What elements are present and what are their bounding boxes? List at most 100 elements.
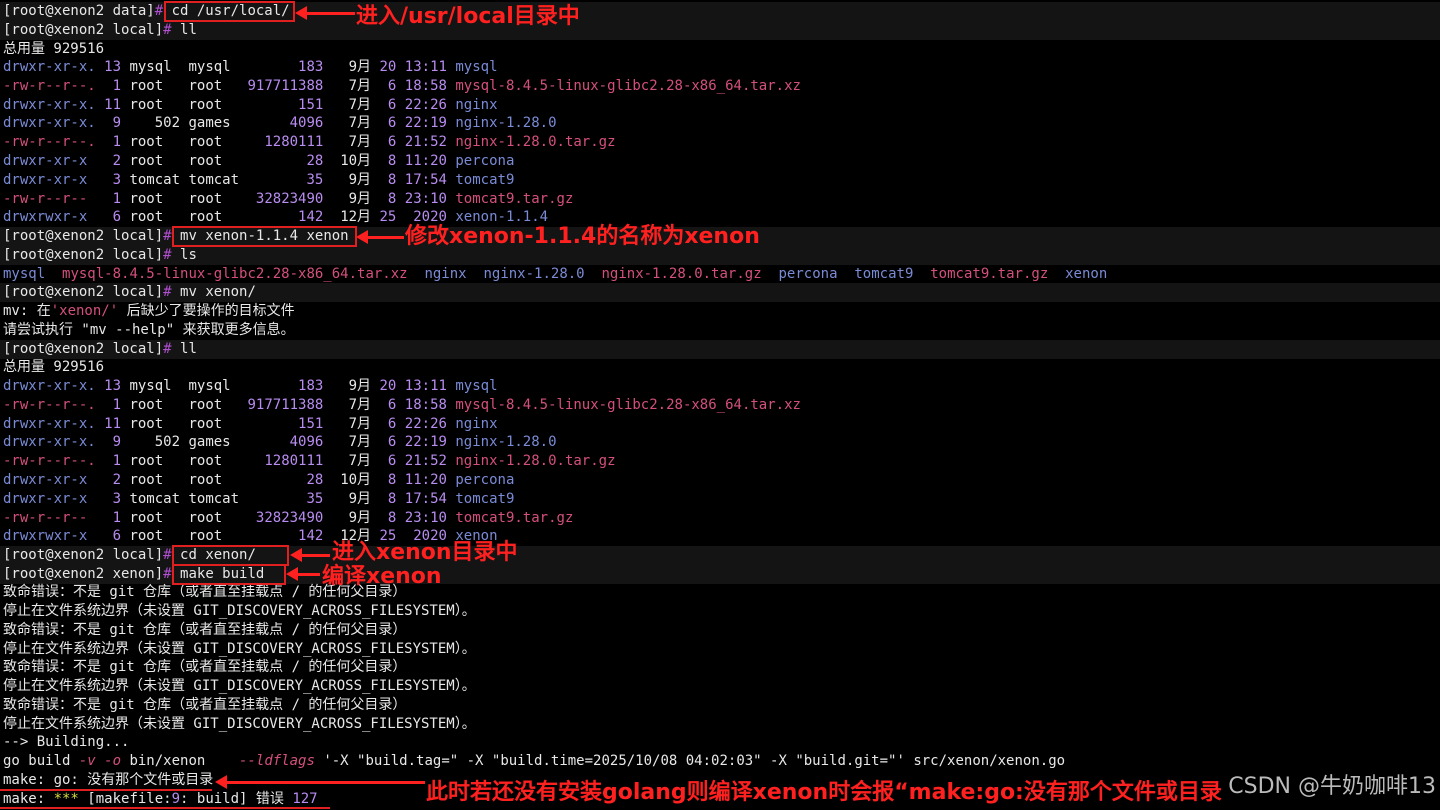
owner: root (121, 77, 181, 94)
group: root (180, 528, 240, 545)
file-size: 917711388 (239, 77, 324, 94)
link-count: 3 (95, 171, 122, 188)
time: 21:52 (396, 453, 447, 470)
highlight-box (164, 1, 295, 22)
owner: root (121, 415, 181, 432)
file-name: nginx (446, 96, 498, 113)
build-text: bin/xenon (121, 753, 240, 769)
group: root (180, 209, 240, 226)
file-name: mysql-8.4.5-linux-glibc2.28-x86_64.tar.x… (446, 77, 801, 94)
error-stars: *** (53, 791, 79, 807)
link-count: 3 (95, 490, 122, 507)
shell-prompt: [root@xenon2 data] (3, 3, 155, 19)
shell-prompt: [root@xenon2 local] (3, 228, 164, 244)
prompt-hash: # (163, 228, 172, 244)
ls-item: xenon (1065, 266, 1108, 282)
file-size: 28 (239, 153, 324, 169)
file-size: 917711388 (239, 396, 324, 413)
highlight-box (172, 545, 289, 566)
arrow-icon (356, 230, 404, 244)
link-count: 2 (95, 153, 122, 169)
month: 9月 (323, 190, 372, 207)
owner: root (121, 472, 181, 488)
file-name: nginx-1.28.0 (446, 115, 557, 132)
month: 7月 (323, 396, 372, 413)
time: 17:54 (396, 490, 447, 507)
link-count: 13 (95, 378, 122, 394)
link-count: 11 (95, 96, 122, 113)
permissions: drwxrwxr-x (3, 209, 96, 226)
listing-row: drwxr-xr-x. 9 502 games 4096 7月 6 22:19 … (0, 433, 1440, 452)
error-text: make: (3, 791, 54, 807)
command-text: ll (180, 341, 197, 357)
error-line: 请尝试执行 "mv --help" 来获取更多信息。 (0, 321, 1440, 340)
error-text: 致命错误：不是 git 仓库（或者直至挂载点 / 的任何父目录） (3, 622, 407, 638)
file-name: mysql (446, 378, 498, 394)
file-size: 4096 (239, 115, 324, 132)
file-name: percona (446, 472, 515, 488)
shell-prompt: [root@xenon2 local] (3, 547, 164, 563)
flag-text: -v -o (78, 753, 122, 769)
group: tomcat (180, 171, 240, 188)
time: 11:20 (396, 153, 447, 169)
month: 7月 (323, 77, 372, 94)
time: 18:58 (396, 396, 447, 413)
ls-item: tomcat9 (854, 266, 914, 282)
shell-prompt: [root@xenon2 local] (3, 247, 164, 263)
listing-row: -rw-r--r--. 1 root root 917711388 7月 6 1… (0, 77, 1440, 96)
month: 9月 (323, 59, 372, 75)
prompt-hash: # (163, 566, 172, 582)
group: mysql (180, 378, 240, 394)
group: root (180, 153, 240, 169)
owner: root (121, 134, 181, 151)
arrow-icon (295, 6, 355, 20)
day: 6 (371, 453, 397, 470)
total-size: 总用量 929516 (3, 359, 105, 375)
file-name: nginx-1.28.0 (446, 434, 557, 451)
ls-item: nginx-1.28.0.tar.gz (601, 266, 762, 282)
error-text: : build] 错误 (180, 791, 293, 807)
link-count: 6 (95, 528, 122, 545)
prompt-hash: # (163, 22, 172, 38)
permissions: drwxr-xr-x. (3, 378, 96, 394)
day: 8 (371, 472, 397, 488)
link-count: 6 (95, 209, 122, 226)
time: 22:26 (396, 415, 447, 432)
listing-row: drwxr-xr-x. 13 mysql mysql 183 9月 20 13:… (0, 58, 1440, 77)
link-count: 1 (95, 134, 122, 151)
shell-prompt: [root@xenon2 local] (3, 22, 164, 38)
annotation-label: 此时若还没有安装golang则编译xenon时会报“make:go:没有那个文件… (426, 780, 1222, 805)
annotation-label: 进入/usr/local目录中 (356, 4, 580, 29)
owner: root (121, 190, 181, 207)
listing-row: drwxr-xr-x. 11 root root 151 7月 6 22:26 … (0, 415, 1440, 434)
error-text: 致命错误：不是 git 仓库（或者直至挂载点 / 的任何父目录） (3, 697, 407, 713)
time: 13:11 (396, 378, 447, 394)
day: 20 (371, 59, 397, 75)
error-underline (0, 789, 212, 791)
permissions: drwxr-xr-x. (3, 115, 96, 132)
month: 7月 (323, 115, 372, 132)
day: 6 (371, 415, 397, 432)
group: root (180, 472, 240, 488)
month: 9月 (323, 378, 372, 394)
owner: root (121, 396, 181, 413)
file-name: tomcat9 (446, 490, 515, 507)
ls-item: mysql (3, 266, 46, 282)
month: 7月 (323, 453, 372, 470)
arrow-icon (215, 775, 425, 789)
owner: root (121, 153, 181, 169)
time: 18:58 (396, 77, 447, 94)
link-count: 1 (95, 453, 122, 470)
highlight-box (172, 226, 357, 247)
terminal-window[interactable]: [root@xenon2 data]# cd /usr/local/ [root… (0, 0, 1440, 810)
month: 7月 (323, 96, 372, 113)
file-name: mysql-8.4.5-linux-glibc2.28-x86_64.tar.x… (446, 396, 801, 413)
permissions: -rw-r--r--. (3, 77, 96, 94)
day: 8 (371, 190, 397, 207)
time: 22:19 (396, 434, 447, 451)
file-size: 1280111 (239, 134, 324, 151)
error-text: 致命错误：不是 git 仓库（或者直至挂载点 / 的任何父目录） (3, 659, 407, 675)
error-line: mv: 在'xenon/' 后缺少了要操作的目标文件 (0, 302, 1440, 321)
file-name: tomcat9 (446, 171, 515, 188)
ls-item: tomcat9.tar.gz (930, 266, 1049, 282)
